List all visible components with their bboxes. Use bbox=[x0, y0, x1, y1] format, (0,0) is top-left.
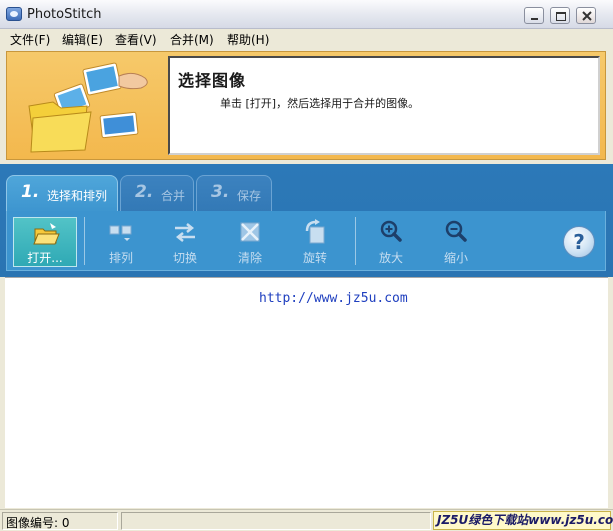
status-pane-image-number: 图像编号: 0 bbox=[2, 512, 118, 530]
folder-photos-illustration-icon bbox=[28, 62, 148, 153]
zoom-in-label: 放大 bbox=[378, 251, 403, 265]
rotate-icon bbox=[305, 219, 325, 244]
step-header-panel: 选择图像 单击 [打开]，然后选择用于合并的图像。 bbox=[6, 51, 606, 160]
zoom-out-icon bbox=[445, 220, 467, 242]
step-title: 选择图像 bbox=[178, 71, 247, 90]
menu-bar: 文件(F) 编辑(E) 查看(V) 合并(M) 帮助(H) bbox=[0, 29, 613, 48]
swap-arrows-icon bbox=[175, 223, 195, 242]
brand-watermark: JZ5U绿色下载站www.jz5u.com bbox=[433, 511, 613, 530]
instruction-box: 选择图像 单击 [打开]，然后选择用于合并的图像。 bbox=[168, 56, 600, 155]
clear-label: 清除 bbox=[237, 251, 262, 265]
menu-help[interactable]: 帮助(H) bbox=[227, 31, 269, 48]
menu-merge[interactable]: 合并(M) bbox=[170, 31, 214, 48]
clear-button[interactable]: 清除 bbox=[222, 216, 278, 268]
status-pane-empty bbox=[121, 512, 431, 530]
zoom-in-icon bbox=[380, 220, 402, 242]
help-button[interactable]: ? bbox=[563, 226, 595, 258]
toolbar-divider bbox=[84, 217, 85, 265]
minimize-button[interactable] bbox=[524, 7, 544, 24]
menu-file[interactable]: 文件(F) bbox=[10, 31, 50, 48]
step-description: 单击 [打开]，然后选择用于合并的图像。 bbox=[220, 97, 420, 110]
zoom-out-label: 缩小 bbox=[443, 251, 468, 265]
open-button[interactable]: 打开... bbox=[13, 217, 77, 267]
help-icon: ? bbox=[573, 230, 585, 254]
toolbar: 打开... 排列 切换 清除 旋转 放大 缩小 ? bbox=[6, 211, 606, 271]
title-bar: PhotoStitch bbox=[0, 0, 613, 29]
zoom-out-button[interactable]: 缩小 bbox=[428, 216, 484, 268]
switch-button[interactable]: 切换 bbox=[157, 216, 213, 268]
arrange-button[interactable]: 排列 bbox=[93, 216, 149, 268]
tab-number: 1. bbox=[21, 182, 40, 202]
url-watermark: http://www.jz5u.com bbox=[259, 291, 408, 306]
photostitch-icon bbox=[6, 7, 22, 21]
tab-select-arrange[interactable]: 1. 选择和排列 bbox=[6, 175, 118, 212]
rotate-label: 旋转 bbox=[302, 251, 327, 265]
tab-label: 选择和排列 bbox=[47, 189, 108, 203]
folder-open-icon bbox=[33, 223, 60, 245]
tab-merge[interactable]: 2. 合并 bbox=[120, 175, 194, 211]
image-number-text: 图像编号: 0 bbox=[6, 516, 70, 530]
maximize-button[interactable] bbox=[550, 7, 570, 24]
tab-label: 合并 bbox=[161, 189, 186, 203]
tab-label: 保存 bbox=[237, 189, 262, 203]
menu-view[interactable]: 查看(V) bbox=[115, 31, 157, 48]
status-bar: 图像编号: 0 JZ5U绿色下载站www.jz5u.com bbox=[0, 509, 613, 531]
close-icon bbox=[582, 11, 592, 21]
menu-edit[interactable]: 编辑(E) bbox=[62, 31, 103, 48]
clear-x-icon bbox=[240, 222, 260, 242]
tab-number: 2. bbox=[135, 182, 154, 202]
tab-save[interactable]: 3. 保存 bbox=[196, 175, 272, 211]
toolbar-divider bbox=[355, 217, 356, 265]
tab-number: 3. bbox=[211, 182, 230, 202]
rotate-button[interactable]: 旋转 bbox=[287, 216, 343, 268]
arrange-label: 排列 bbox=[108, 251, 133, 265]
window-title: PhotoStitch bbox=[27, 7, 102, 22]
arrange-icon bbox=[109, 225, 132, 241]
image-workspace[interactable]: http://www.jz5u.com bbox=[5, 277, 608, 508]
workflow-area: 1. 选择和排列 2. 合并 3. 保存 打开... 排列 切换 清除 旋转 放… bbox=[0, 164, 613, 277]
open-label: 打开... bbox=[27, 251, 63, 265]
close-button[interactable] bbox=[576, 7, 596, 24]
switch-label: 切换 bbox=[172, 251, 197, 265]
zoom-in-button[interactable]: 放大 bbox=[363, 216, 419, 268]
